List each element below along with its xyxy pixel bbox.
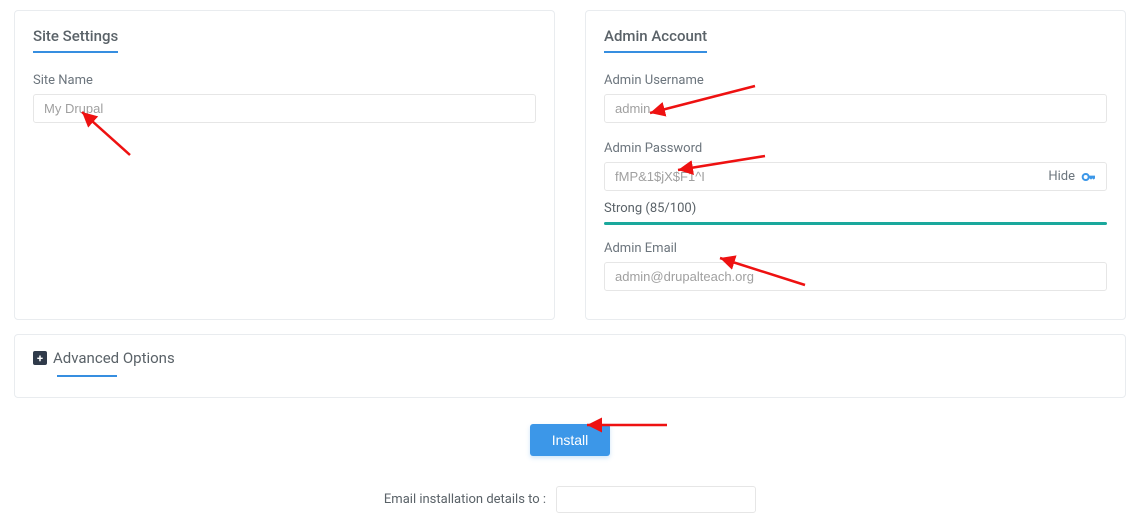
email-details-input[interactable] bbox=[556, 486, 756, 513]
hide-label: Hide bbox=[1048, 169, 1075, 184]
site-settings-title: Site Settings bbox=[33, 27, 118, 53]
advanced-options-panel: + Advanced Options bbox=[14, 334, 1126, 398]
site-name-input[interactable] bbox=[33, 94, 536, 123]
password-strength-text: Strong (85/100) bbox=[604, 201, 1107, 216]
site-name-label: Site Name bbox=[33, 73, 536, 88]
admin-password-label: Admin Password bbox=[604, 141, 1107, 156]
key-icon bbox=[1081, 169, 1097, 185]
email-details-label: Email installation details to : bbox=[384, 492, 546, 507]
admin-account-title: Admin Account bbox=[604, 27, 707, 53]
admin-username-input[interactable] bbox=[604, 94, 1107, 123]
admin-password-input[interactable] bbox=[604, 162, 1107, 191]
password-hide-toggle[interactable]: Hide bbox=[1048, 169, 1097, 185]
advanced-options-label: Advanced Options bbox=[53, 349, 175, 367]
install-button[interactable]: Install bbox=[530, 424, 611, 456]
admin-email-input[interactable] bbox=[604, 262, 1107, 291]
advanced-underline bbox=[57, 375, 117, 377]
admin-username-label: Admin Username bbox=[604, 73, 1107, 88]
plus-icon: + bbox=[33, 351, 47, 365]
admin-account-panel: Admin Account Admin Username Admin Passw… bbox=[585, 10, 1126, 320]
admin-email-label: Admin Email bbox=[604, 241, 1107, 256]
site-settings-panel: Site Settings Site Name bbox=[14, 10, 555, 320]
advanced-options-toggle[interactable]: + Advanced Options bbox=[33, 349, 175, 373]
password-strength-bar bbox=[604, 222, 1107, 225]
